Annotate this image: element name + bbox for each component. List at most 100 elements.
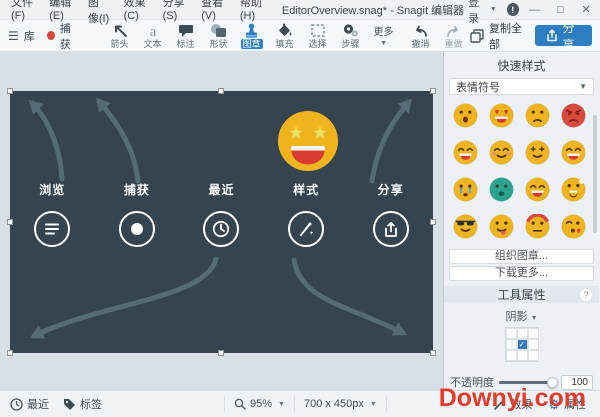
tool-图章[interactable]: 图章 bbox=[235, 22, 268, 49]
chevron-down-icon: ▼ bbox=[378, 39, 389, 49]
text-tool-icon: a bbox=[145, 22, 161, 38]
tool-箭头[interactable]: 箭头 bbox=[103, 22, 136, 49]
callout-tool-icon bbox=[178, 22, 194, 38]
canvas-item-最近: 最近 bbox=[179, 181, 264, 247]
tool-properties-header: 工具属性 ? bbox=[444, 286, 599, 303]
quick-styles-title: 快速样式 bbox=[444, 52, 599, 77]
tag-icon bbox=[63, 398, 76, 411]
star-struck-emoji[interactable] bbox=[277, 110, 339, 172]
shadow-cell[interactable] bbox=[528, 328, 539, 339]
close-button[interactable]: ✕ bbox=[576, 3, 596, 16]
emoji-stamp-surprised[interactable] bbox=[448, 97, 484, 134]
canvas-workspace: 浏览 捕获 最近 样式 分享 bbox=[0, 52, 444, 390]
shadow-cell[interactable] bbox=[517, 350, 528, 361]
chevron-down-icon: ▼ bbox=[370, 401, 377, 408]
arrow-tool-icon bbox=[112, 22, 128, 38]
tool-填充[interactable]: 填充 bbox=[268, 22, 301, 49]
download-more-button[interactable]: 下载更多... bbox=[449, 266, 594, 281]
shadow-cell[interactable] bbox=[528, 339, 539, 350]
hamburger-icon: ☰ bbox=[8, 30, 19, 42]
undo-button[interactable]: 撤消 bbox=[404, 22, 437, 49]
redo-button[interactable]: 重做 bbox=[437, 22, 470, 49]
scrollbar[interactable] bbox=[593, 115, 597, 233]
selection-handle[interactable] bbox=[430, 219, 436, 225]
chevron-down-icon: ▼ bbox=[278, 401, 285, 408]
selection-handle[interactable] bbox=[218, 88, 224, 94]
stamp-category-dropdown[interactable]: 表情符号 ▼ bbox=[449, 78, 594, 95]
emoji-stamp-kiss[interactable] bbox=[555, 208, 591, 245]
emoji-stamp-laugh-open[interactable] bbox=[555, 134, 591, 171]
emoji-stamp-blush[interactable] bbox=[484, 134, 520, 171]
quick-styles-panel: 快速样式 表情符号 ▼ 组织图章... 下载更多... 工具属性 ? 阴影 ▼ … bbox=[444, 52, 599, 390]
more-label: 更多 bbox=[374, 22, 394, 38]
document-title: EditorOverview.snag* - Snagit 编辑器 bbox=[282, 2, 464, 18]
redo-icon bbox=[445, 22, 462, 38]
minimize-button[interactable]: — bbox=[525, 4, 545, 16]
emoji-stamp-cool[interactable] bbox=[448, 208, 484, 245]
share-icon bbox=[373, 211, 409, 247]
emoji-stamp-headband[interactable] bbox=[520, 208, 556, 245]
titlebar: 文件(F)编辑(E)图像(I)效果(C)分享(S)查看(V)帮助(H) Edit… bbox=[0, 0, 600, 20]
emoji-stamp-shout[interactable] bbox=[555, 171, 591, 208]
share-button[interactable]: 分享 bbox=[535, 25, 592, 46]
emoji-stamp-worried[interactable] bbox=[520, 97, 556, 134]
emoji-stamp-crying[interactable] bbox=[448, 171, 484, 208]
emoji-stamp-laugh[interactable] bbox=[448, 134, 484, 171]
selection-handle[interactable] bbox=[430, 350, 436, 356]
tool-标注[interactable]: 标注 bbox=[169, 22, 202, 49]
tags-button[interactable]: 标签 bbox=[63, 396, 102, 412]
clock-icon bbox=[10, 398, 23, 411]
emoji-stamp-heart-laugh[interactable] bbox=[484, 97, 520, 134]
selection-handle[interactable] bbox=[7, 350, 13, 356]
menu-文件[interactable]: 文件(F) bbox=[4, 0, 42, 26]
zoom-control[interactable]: 95% ▼ bbox=[234, 398, 285, 410]
stamp-tool-icon bbox=[244, 22, 259, 38]
library-button[interactable]: ☰ 库 bbox=[8, 28, 35, 44]
chevron-down-icon: ▼ bbox=[579, 82, 587, 91]
tool-选择[interactable]: 选择 bbox=[301, 22, 334, 49]
svg-text:a: a bbox=[149, 24, 156, 38]
emoji-stamp-sick[interactable] bbox=[484, 171, 520, 208]
canvas-image[interactable]: 浏览 捕获 最近 样式 分享 bbox=[10, 91, 433, 353]
shadow-cell[interactable] bbox=[506, 328, 517, 339]
organize-stamps-button[interactable]: 组织图章... bbox=[449, 249, 594, 264]
tool-步骤[interactable]: 步骤 bbox=[334, 22, 367, 49]
copy-icon bbox=[470, 29, 484, 43]
tool-形状[interactable]: 形状 bbox=[202, 22, 235, 49]
selection-handle[interactable] bbox=[7, 88, 13, 94]
shadow-label[interactable]: 阴影 ▼ bbox=[444, 308, 599, 324]
canvas-item-分享: 分享 bbox=[348, 181, 433, 247]
copy-all-button[interactable]: 复制全部 bbox=[470, 20, 524, 52]
info-icon[interactable]: ! bbox=[507, 3, 519, 16]
shadow-cell[interactable] bbox=[528, 350, 539, 361]
shadow-cell[interactable] bbox=[517, 328, 528, 339]
emoji-stamp-starry[interactable] bbox=[520, 134, 556, 171]
chevron-down-icon: ▼ bbox=[531, 315, 538, 322]
emoji-stamp-partial[interactable] bbox=[555, 245, 591, 248]
emoji-grid-area bbox=[444, 97, 599, 248]
selection-handle[interactable] bbox=[7, 219, 13, 225]
tool-文本[interactable]: a 文本 bbox=[136, 22, 169, 49]
shadow-cell-selected[interactable]: ✓ bbox=[517, 339, 528, 350]
selection-handle[interactable] bbox=[430, 88, 436, 94]
emoji-stamp-grin[interactable] bbox=[520, 171, 556, 208]
help-button[interactable]: ? bbox=[579, 288, 593, 302]
emoji-stamp-tongue[interactable] bbox=[484, 208, 520, 245]
shadow-cell[interactable] bbox=[506, 350, 517, 361]
fill-tool-icon bbox=[277, 22, 293, 38]
emoji-stamp-partial[interactable] bbox=[448, 245, 484, 248]
maximize-button[interactable]: □ bbox=[550, 4, 570, 16]
shadow-direction-picker: ✓ bbox=[505, 327, 539, 362]
recent-button[interactable]: 最近 bbox=[10, 396, 49, 412]
chevron-down-icon: ▼ bbox=[490, 6, 497, 13]
step-tool-icon bbox=[342, 22, 359, 38]
tool-更多[interactable]: 更多 ▼ bbox=[367, 22, 400, 49]
emoji-stamp-partial[interactable] bbox=[520, 245, 556, 248]
emoji-stamp-partial[interactable] bbox=[484, 245, 520, 248]
capture-button[interactable]: 捕获 bbox=[47, 20, 79, 52]
selection-handle[interactable] bbox=[218, 350, 224, 356]
emoji-stamp-angry[interactable] bbox=[555, 97, 591, 134]
shadow-cell[interactable] bbox=[506, 339, 517, 350]
canvas-size-control[interactable]: 700 x 450px ▼ bbox=[304, 398, 377, 410]
magnifier-icon bbox=[234, 398, 246, 410]
